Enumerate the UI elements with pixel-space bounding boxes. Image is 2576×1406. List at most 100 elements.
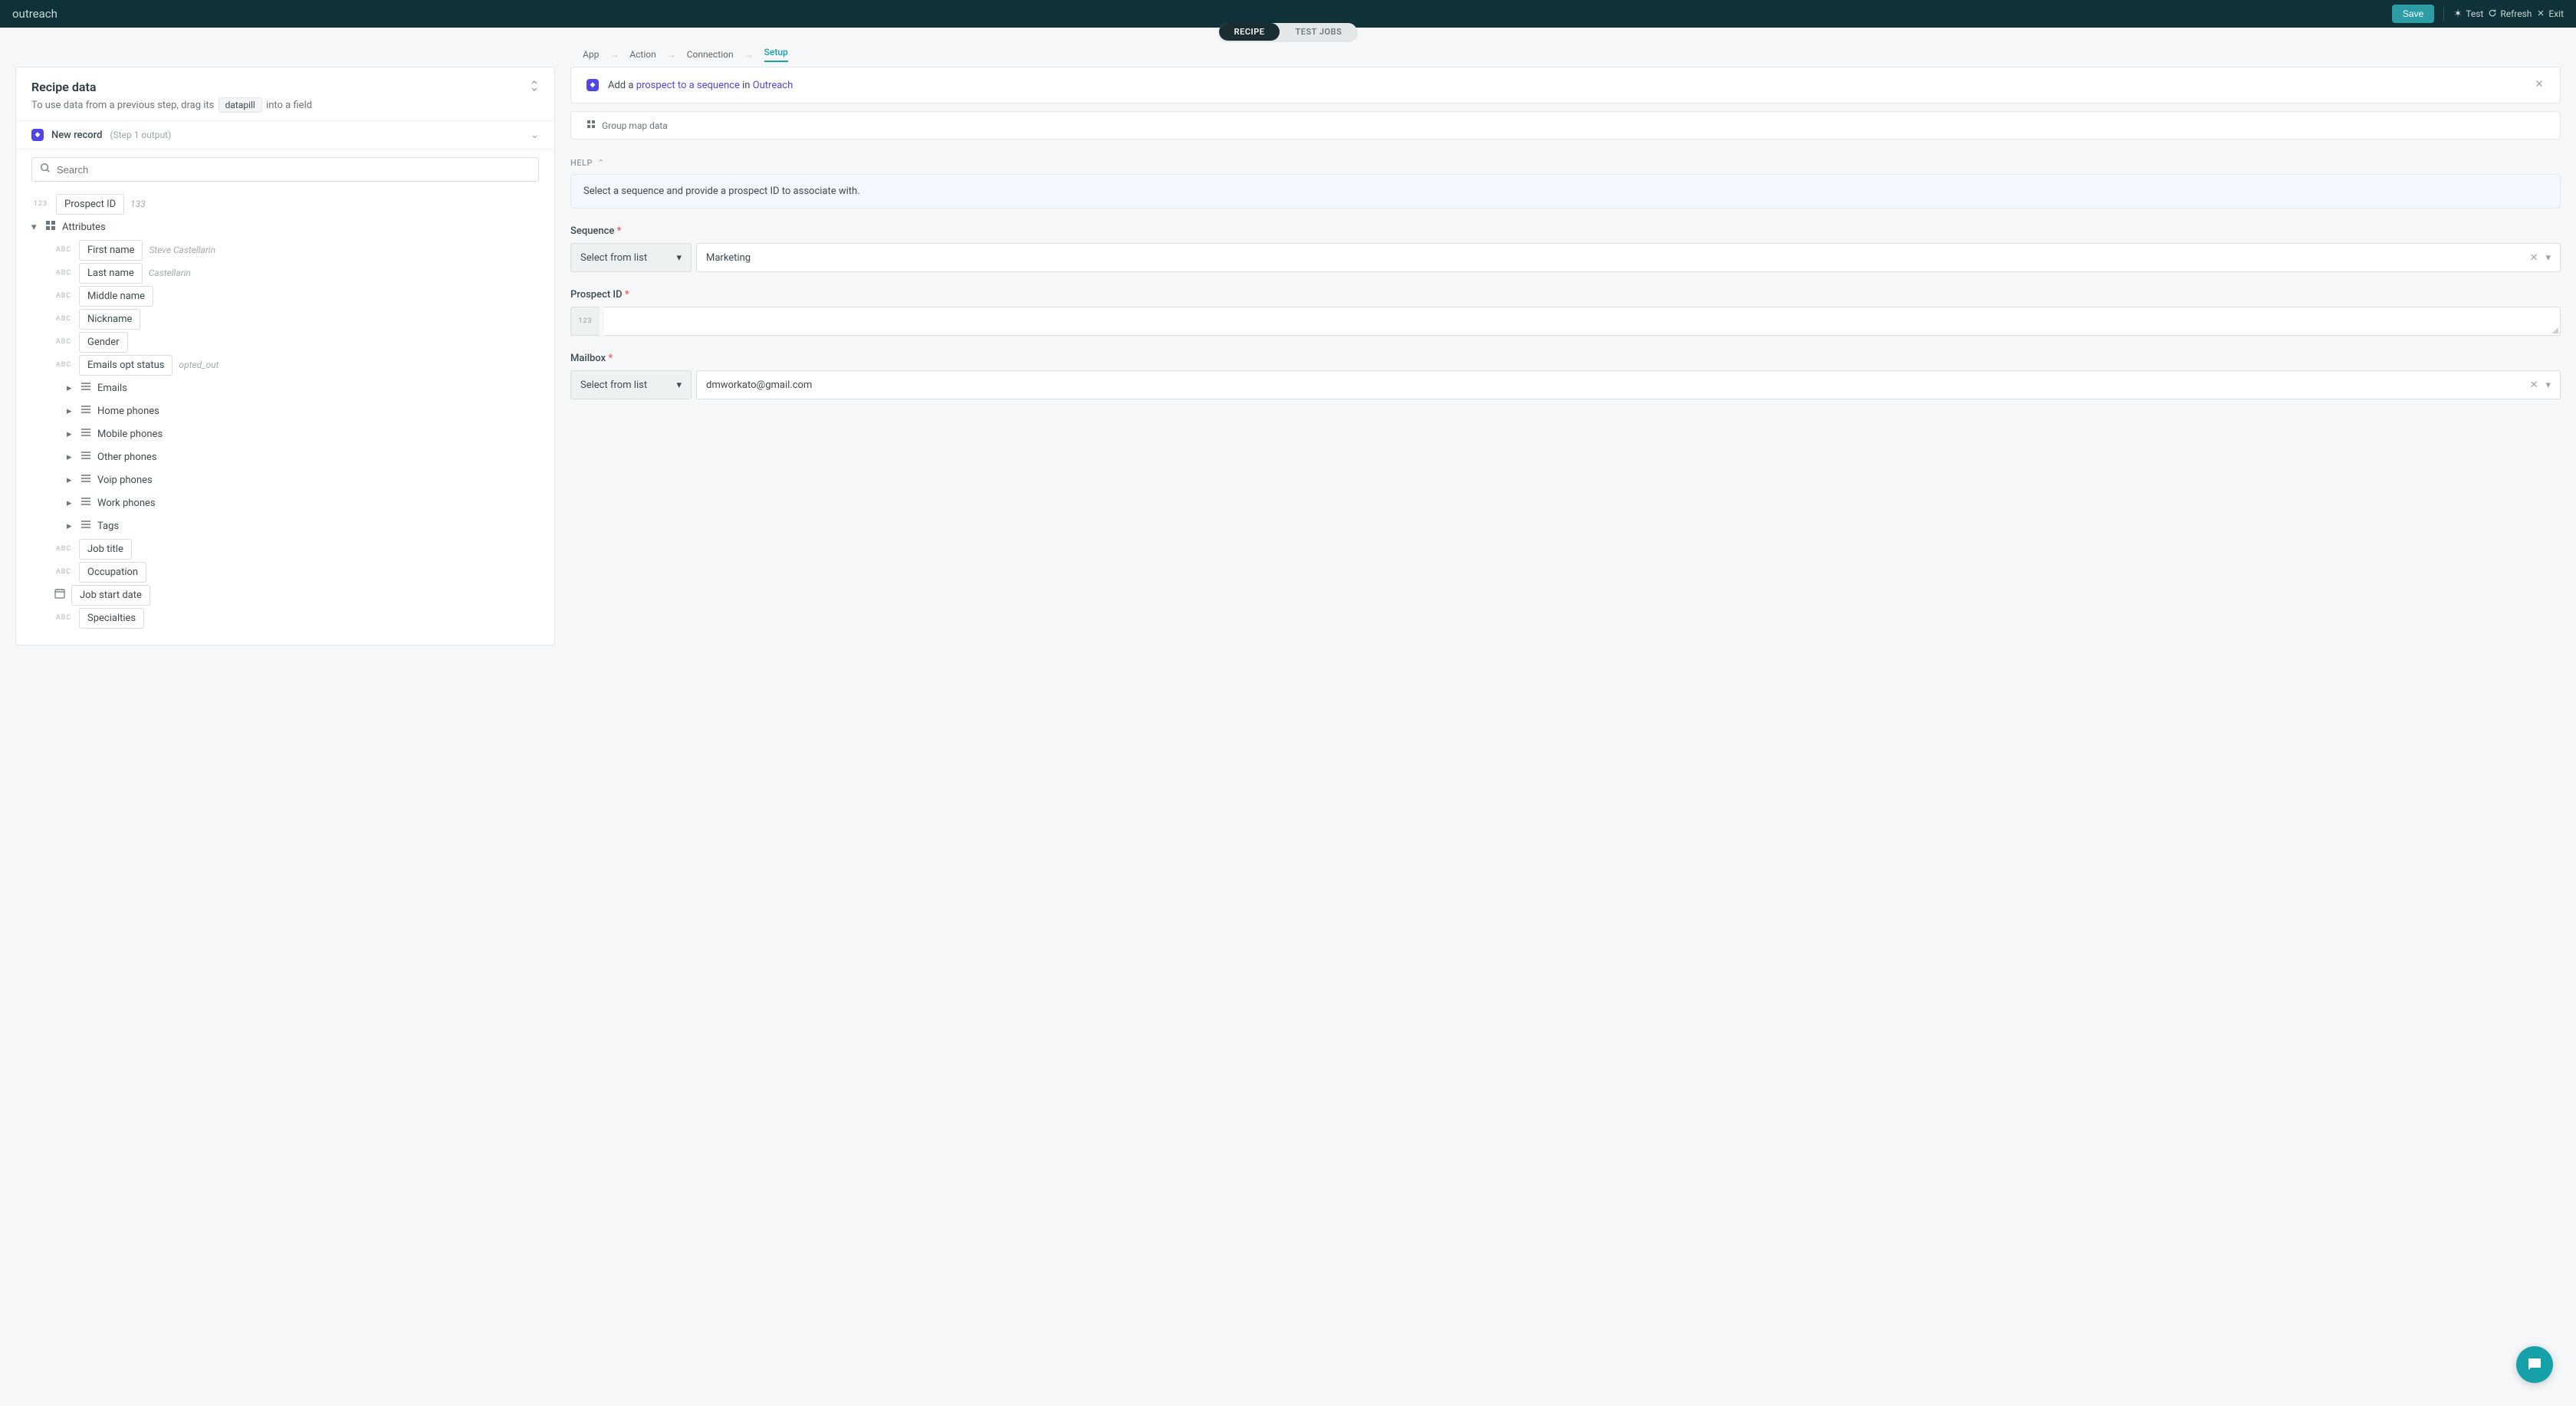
- refresh-icon: [2488, 8, 2497, 20]
- caret-right-icon: ▸: [67, 452, 74, 463]
- save-button[interactable]: Save: [2392, 5, 2434, 23]
- search-input[interactable]: [57, 164, 531, 176]
- mailbox-label: Mailbox *: [570, 353, 2561, 364]
- tree-list-toggle[interactable]: ▸ Emails: [31, 376, 539, 399]
- group-map-button[interactable]: Group map data: [570, 111, 2561, 140]
- datapill[interactable]: Nickname: [79, 309, 140, 330]
- datapill[interactable]: Emails opt status: [79, 355, 172, 376]
- tree-row: ABC Nickname: [31, 307, 539, 330]
- clear-icon[interactable]: ✕: [2530, 252, 2538, 264]
- step-breadcrumb: App → Action → Connection → Setup: [0, 41, 2576, 67]
- step-setup[interactable]: Setup: [764, 47, 788, 62]
- map-icon: [586, 120, 596, 131]
- caret-down-icon[interactable]: ▾: [2545, 379, 2551, 391]
- sequence-value: Marketing: [706, 252, 751, 264]
- tab-recipe[interactable]: RECIPE: [1219, 23, 1280, 41]
- datapill[interactable]: Middle name: [79, 286, 153, 307]
- tree-list-toggle[interactable]: ▸ Voip phones: [31, 468, 539, 491]
- tree-row-prospect-id: 123 Prospect ID 133: [31, 192, 539, 215]
- caret-right-icon: ▸: [67, 383, 74, 394]
- tree-list-toggle[interactable]: ▸ Mobile phones: [31, 422, 539, 445]
- refresh-label: Refresh: [2500, 8, 2532, 19]
- type-abc-icon: ABC: [54, 545, 73, 553]
- header-actions: Save Test Refresh Exit: [2392, 5, 2564, 23]
- datapill[interactable]: Gender: [79, 332, 128, 353]
- list-label: Home phones: [97, 406, 159, 417]
- tree-row: ABC Job title: [31, 537, 539, 560]
- action-header-card: ◆ Add a prospect to a sequence in Outrea…: [570, 67, 2561, 103]
- list-label: Mobile phones: [97, 429, 163, 440]
- caret-down-icon[interactable]: ▾: [2545, 252, 2551, 264]
- close-icon: [2536, 8, 2545, 20]
- sequence-mode-select[interactable]: Select from list ▾: [570, 243, 692, 272]
- tab-test-jobs[interactable]: TEST JOBS: [1280, 23, 1357, 41]
- list-icon: [80, 520, 91, 532]
- mailbox-mode-select[interactable]: Select from list ▾: [570, 370, 692, 399]
- step-output-meta: (Step 1 output): [110, 130, 171, 140]
- step-output-row[interactable]: ◆ New record (Step 1 output) ⌄: [16, 120, 554, 149]
- tree-list-toggle[interactable]: ▸ Home phones: [31, 399, 539, 422]
- step-connection[interactable]: Connection: [687, 49, 734, 60]
- sequence-label: Sequence *: [570, 225, 2561, 237]
- datapill[interactable]: Job start date: [71, 585, 150, 606]
- list-label: Voip phones: [97, 475, 153, 486]
- help-text: Select a sequence and provide a prospect…: [570, 174, 2561, 209]
- group-map-label: Group map data: [602, 120, 668, 131]
- caret-down-icon: ▾: [676, 379, 682, 391]
- chat-fab[interactable]: [2516, 1346, 2553, 1383]
- chevron-up-icon: ⌃: [597, 158, 605, 168]
- datapill[interactable]: Specialties: [79, 608, 144, 629]
- test-link[interactable]: Test: [2453, 8, 2483, 20]
- list-label: Emails: [97, 383, 127, 394]
- list-icon: [80, 497, 91, 509]
- caret-right-icon: ▸: [67, 475, 74, 486]
- help-label: HELP: [570, 158, 593, 168]
- list-icon: [80, 405, 91, 417]
- sample-value: Castellarin: [149, 268, 191, 278]
- action-description: Add a prospect to a sequence in Outreach: [608, 80, 793, 91]
- chevron-down-icon: ⌄: [531, 130, 539, 141]
- datapill-prospect-id[interactable]: Prospect ID: [56, 194, 124, 215]
- type-abc-icon: ABC: [54, 338, 73, 346]
- step-action[interactable]: Action: [629, 49, 656, 60]
- attributes-label: Attributes: [62, 222, 106, 233]
- close-panel-button[interactable]: [2534, 78, 2545, 92]
- prospect-sequence-link[interactable]: prospect to a sequence: [636, 80, 740, 91]
- clear-icon[interactable]: ✕: [2530, 379, 2538, 391]
- list-icon: [80, 451, 91, 463]
- tree-list-toggle[interactable]: ▸ Work phones: [31, 491, 539, 514]
- tree-list-toggle[interactable]: ▸ Other phones: [31, 445, 539, 468]
- search-input-wrap[interactable]: [31, 157, 539, 182]
- type-abc-icon: ABC: [54, 269, 73, 277]
- caret-down-icon: ▾: [31, 222, 39, 233]
- datapill[interactable]: First name: [79, 240, 143, 261]
- mailbox-value-input[interactable]: dmworkato@gmail.com ✕ ▾: [696, 370, 2561, 399]
- datapill[interactable]: Occupation: [79, 562, 146, 583]
- tree-row: ABC Emails opt status opted_out: [31, 353, 539, 376]
- caret-right-icon: ▸: [67, 406, 74, 417]
- outreach-link[interactable]: Outreach: [753, 80, 794, 91]
- caret-down-icon: ▾: [676, 252, 682, 264]
- sequence-value-input[interactable]: Marketing ✕ ▾: [696, 243, 2561, 272]
- tree-list-toggle[interactable]: ▸ Tags: [31, 514, 539, 537]
- exit-link[interactable]: Exit: [2536, 8, 2564, 20]
- step-app[interactable]: App: [583, 49, 599, 60]
- datapill[interactable]: Job title: [79, 539, 132, 560]
- tree-row: ABCOccupation: [31, 560, 539, 583]
- tree-row: ABC First name Steve Castellarin: [31, 238, 539, 261]
- tree-row: ABC Gender: [31, 330, 539, 353]
- datapill[interactable]: Last name: [79, 263, 143, 284]
- recipe-data-title: Recipe data: [31, 80, 312, 94]
- prospect-id-input[interactable]: [604, 307, 2561, 336]
- attributes-toggle[interactable]: ▾ Attributes: [31, 215, 539, 238]
- step-output-label: New record: [51, 130, 102, 141]
- test-label: Test: [2466, 8, 2483, 19]
- arrow-icon: →: [667, 49, 676, 60]
- refresh-link[interactable]: Refresh: [2488, 8, 2532, 20]
- tree-row: ABC Middle name: [31, 284, 539, 307]
- type-abc-icon: ABC: [54, 315, 73, 323]
- caret-right-icon: ▸: [67, 429, 74, 440]
- type-123-icon: 123: [31, 200, 50, 208]
- expand-collapse-icon[interactable]: [530, 80, 539, 95]
- help-toggle[interactable]: HELP ⌃: [570, 158, 2561, 174]
